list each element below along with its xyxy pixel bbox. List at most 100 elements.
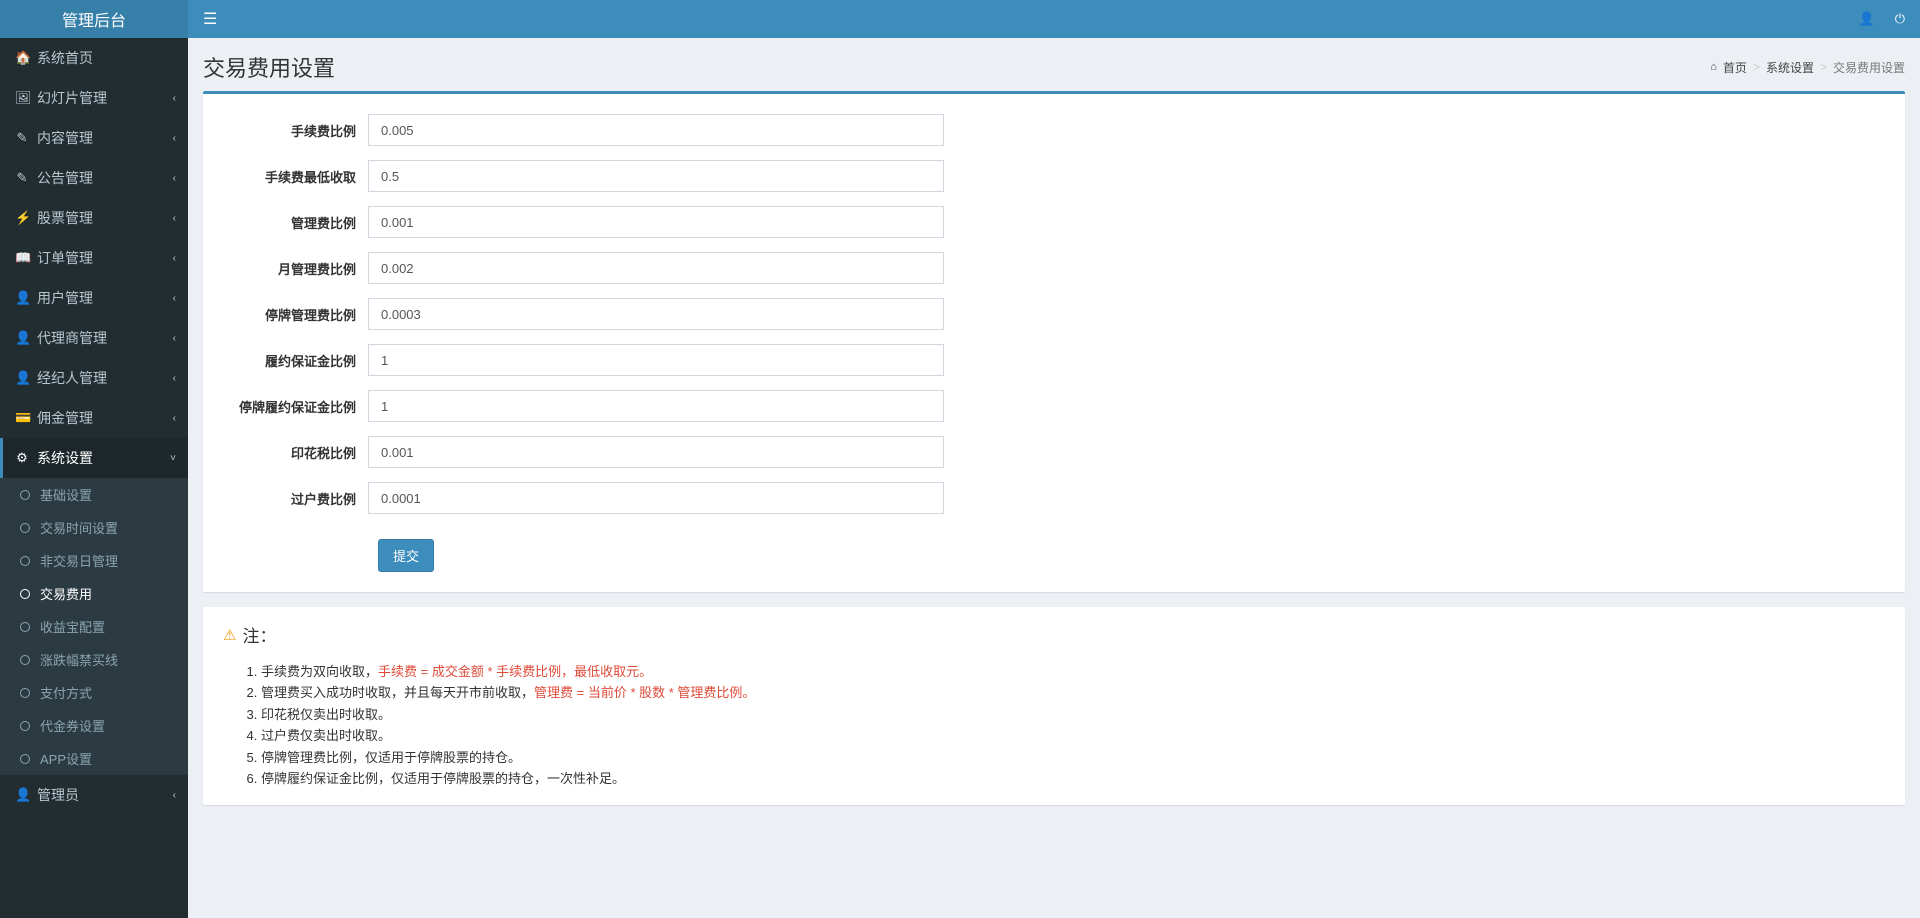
note-item-2: 印花税仅卖出时收取。 [261, 704, 1885, 725]
nav-label: 公告管理 [37, 168, 93, 188]
content-header: 交易费用设置 ⌂ 首页 > 系统设置 > 交易费用设置 [188, 38, 1920, 91]
sub-nav-label: 涨跌幅禁买线 [40, 650, 118, 669]
nav-icon: ✎ [15, 170, 29, 186]
field-input-6[interactable] [368, 390, 944, 422]
note-item-4: 停牌管理费比例，仅适用于停牌股票的持仓。 [261, 747, 1885, 768]
sub-nav-item-5[interactable]: 涨跌幅禁买线 [0, 643, 188, 676]
nav-item-2[interactable]: ✎ 内容管理 ‹ [0, 118, 188, 158]
nav-item-7[interactable]: 👤 代理商管理 ‹ [0, 318, 188, 358]
field-input-7[interactable] [368, 436, 944, 468]
nav-icon: ⚡ [15, 210, 29, 226]
sidebar-toggle-icon[interactable]: ☰ [203, 9, 217, 29]
sub-nav-item-1[interactable]: 交易时间设置 [0, 511, 188, 544]
sub-nav-label: 代金券设置 [40, 716, 105, 735]
field-label-0: 手续费比例 [213, 121, 368, 140]
nav-item-11[interactable]: 👤管理员‹ [0, 775, 188, 815]
submit-button[interactable]: 提交 [378, 539, 434, 572]
brand-logo: 管理后台 [0, 0, 188, 38]
field-label-7: 印花税比例 [213, 443, 368, 462]
circle-icon [20, 523, 30, 533]
user-icon[interactable]: 👤 [1859, 11, 1875, 27]
chevron-down-icon: ˅ [170, 453, 176, 464]
field-input-5[interactable] [368, 344, 944, 376]
field-input-1[interactable] [368, 160, 944, 192]
circle-icon [20, 490, 30, 500]
breadcrumb-parent[interactable]: 系统设置 [1766, 59, 1814, 76]
chevron-left-icon: ‹ [173, 213, 176, 224]
field-input-4[interactable] [368, 298, 944, 330]
sub-nav-label: 交易时间设置 [40, 518, 118, 537]
nav-icon: 👤 [15, 330, 29, 346]
circle-icon [20, 622, 30, 632]
sub-nav-item-3[interactable]: 交易费用 [0, 577, 188, 610]
nav-icon: 🏠 [15, 50, 29, 66]
nav-item-0[interactable]: 🏠系统首页 [0, 38, 188, 78]
chevron-left-icon: ‹ [173, 173, 176, 184]
sidebar: 管理后台 🏠系统首页🖼幻灯片管理‹ ✎ 内容管理 ‹ ✎ 公告管理 ‹ ⚡ 股票管理 ‹ 📖 订单管理… [0, 0, 188, 918]
nav-item-5[interactable]: 📖 订单管理 ‹ [0, 238, 188, 278]
nav-label: 股票管理 [37, 208, 93, 228]
sub-nav-label: APP设置 [40, 749, 92, 768]
circle-icon [20, 688, 30, 698]
nav-item-9[interactable]: 💳 佣金管理 ‹ [0, 398, 188, 438]
circle-icon [20, 721, 30, 731]
nav-icon: 💳 [15, 410, 29, 426]
chevron-left-icon: ‹ [173, 133, 176, 144]
nav-item-1[interactable]: 🖼幻灯片管理‹ [0, 78, 188, 118]
field-input-0[interactable] [368, 114, 944, 146]
nav-icon: ✎ [15, 130, 29, 146]
nav-label: 佣金管理 [37, 408, 93, 428]
sub-nav-item-8[interactable]: APP设置 [0, 742, 188, 775]
breadcrumb-current: 交易费用设置 [1833, 59, 1905, 76]
note-title: 注： [242, 622, 276, 647]
field-label-1: 手续费最低收取 [213, 167, 368, 186]
warning-icon: ⚠ [223, 626, 236, 644]
settings-form-box: 手续费比例手续费最低收取管理费比例月管理费比例停牌管理费比例履约保证金比例停牌履… [203, 91, 1905, 592]
logout-icon[interactable]: ⏻ [1895, 11, 1905, 27]
sub-nav-item-4[interactable]: 收益宝配置 [0, 610, 188, 643]
sub-nav-item-0[interactable]: 基础设置 [0, 478, 188, 511]
sub-nav-label: 非交易日管理 [40, 551, 118, 570]
nav-icon: ⚙ [15, 450, 29, 466]
nav-item-10[interactable]: ⚙ 系统设置 ˅ [0, 438, 188, 478]
main-area: ☰ 👤 ⏻ 交易费用设置 ⌂ 首页 > 系统设置 > 交易费用设置 手续费比例手… [188, 0, 1920, 918]
sub-nav-item-2[interactable]: 非交易日管理 [0, 544, 188, 577]
field-label-6: 停牌履约保证金比例 [213, 397, 368, 416]
sub-nav-label: 支付方式 [40, 683, 92, 702]
nav-icon: 🖼 [15, 90, 29, 106]
nav-label: 订单管理 [37, 248, 93, 268]
chevron-left-icon: ‹ [173, 293, 176, 304]
field-label-2: 管理费比例 [213, 213, 368, 232]
note-item-1: 管理费买入成功时收取，并且每天开市前收取，管理费 = 当前价 * 股数 * 管理… [261, 682, 1885, 703]
nav-label: 经纪人管理 [37, 368, 107, 388]
nav-icon: 📖 [15, 250, 29, 266]
chevron-left-icon: ‹ [173, 333, 176, 344]
field-input-8[interactable] [368, 482, 944, 514]
nav-label: 用户管理 [37, 288, 93, 308]
field-input-2[interactable] [368, 206, 944, 238]
nav-item-8[interactable]: 👤经纪人管理‹ [0, 358, 188, 398]
breadcrumb: ⌂ 首页 > 系统设置 > 交易费用设置 [1710, 59, 1905, 76]
field-input-3[interactable] [368, 252, 944, 284]
circle-icon [20, 589, 30, 599]
nav-item-3[interactable]: ✎ 公告管理 ‹ [0, 158, 188, 198]
nav-label: 内容管理 [37, 128, 93, 148]
sub-nav-label: 收益宝配置 [40, 617, 105, 636]
home-icon: ⌂ [1710, 61, 1717, 73]
breadcrumb-home[interactable]: 首页 [1723, 59, 1747, 76]
nav-label: 代理商管理 [37, 328, 107, 348]
nav-item-6[interactable]: 👤 用户管理 ‹ [0, 278, 188, 318]
circle-icon [20, 754, 30, 764]
nav-label: 管理员 [37, 785, 79, 805]
field-label-4: 停牌管理费比例 [213, 305, 368, 324]
nav-icon: 👤 [15, 787, 29, 803]
note-item-5: 停牌履约保证金比例，仅适用于停牌股票的持仓，一次性补足。 [261, 768, 1885, 789]
sub-nav-item-7[interactable]: 代金券设置 [0, 709, 188, 742]
chevron-left-icon: ‹ [173, 413, 176, 424]
sub-nav-item-6[interactable]: 支付方式 [0, 676, 188, 709]
chevron-left-icon: ‹ [173, 253, 176, 264]
nav-item-4[interactable]: ⚡ 股票管理 ‹ [0, 198, 188, 238]
field-label-5: 履约保证金比例 [213, 351, 368, 370]
nav-icon: 👤 [15, 290, 29, 306]
nav-label: 系统设置 [37, 448, 93, 468]
